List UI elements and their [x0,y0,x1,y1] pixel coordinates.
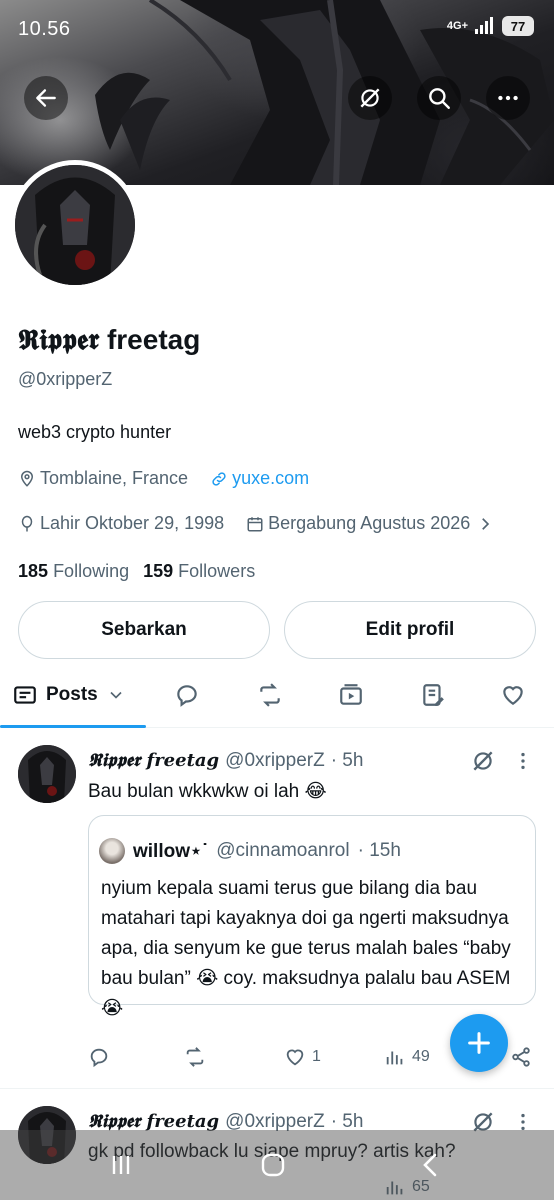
compose-button[interactable] [450,1014,508,1072]
joined-date[interactable]: Bergabung Agustus 2026 [246,513,470,534]
profile-display-name: 𝕽𝖎𝖕𝖕𝖊𝖗 freetag [18,324,201,355]
active-tab-indicator [0,725,146,728]
grok-icon[interactable] [470,748,496,774]
quoted-post-header: willow⋆˙ @cinnamoanrol · 15h [99,838,401,864]
compose-plus-icon [468,1032,490,1054]
home-icon[interactable] [258,1150,288,1180]
recent-apps-icon[interactable] [106,1150,136,1180]
tab-posts[interactable]: Posts [12,678,126,712]
status-indicators: 4G+ 77 [447,16,534,36]
website-link[interactable]: yuxe.com [232,468,309,489]
profile-handle: @0xripperZ [18,369,113,389]
post-time: · 5h [330,750,364,771]
tab-posts-label: Posts [46,684,98,705]
quoted-post-time: · 15h [357,840,401,861]
like-icon [503,686,523,705]
post-author-avatar[interactable] [18,745,76,803]
link-icon [212,471,226,486]
media-icon [340,684,362,705]
profile-meta-row-1: Tomblaine, France yuxe.com [18,468,331,489]
reply-icon [177,685,197,707]
followers-label: Followers [178,561,256,581]
post-header: 𝕽𝖎𝖕𝖕𝖊𝖗 freetag @0xripperZ · 5h [88,750,363,772]
grok-button[interactable] [348,76,392,120]
search-button[interactable] [417,76,461,120]
post-author-handle: @0xripperZ [225,750,325,771]
followers-count: 159 [143,561,174,581]
retweet-icon [260,683,280,707]
back-button[interactable] [24,76,68,120]
profile-avatar[interactable] [10,160,140,290]
like-count: 1 [312,1048,321,1065]
avatar-image [15,165,135,285]
views-icon [386,1051,403,1065]
retweet-icon [186,1047,204,1067]
post-more-icon[interactable] [512,748,534,774]
view-count: 49 [412,1048,430,1065]
article-icon [423,684,444,706]
tab-articles[interactable] [418,678,448,712]
profile-banner[interactable]: 10.56 4G+ 77 [0,0,554,185]
tab-likes[interactable] [498,678,528,712]
chevron-right-icon[interactable] [476,515,494,533]
tab-replies[interactable] [172,678,202,712]
like-button[interactable]: 1 [284,1046,321,1068]
views-button[interactable]: 49 [384,1046,430,1068]
post-text: Bau bulan wkkwkw oi lah 😂 [88,781,327,802]
status-time: 10.56 [18,18,71,40]
website[interactable]: yuxe.com [210,468,309,489]
profile-tabs: Posts [0,664,554,728]
system-navigation-bar [0,1130,554,1200]
quoted-author-avatar [99,838,125,864]
tab-reposts[interactable] [255,678,285,712]
joined-text: Bergabung Agustus 2026 [268,513,471,533]
share-icon [512,1047,530,1067]
like-icon [286,1049,304,1066]
quoted-post-text: nyium kepala suami terus gue bilang dia … [101,878,511,1019]
more-button[interactable] [486,76,530,120]
calendar-icon [247,516,263,531]
quoted-author-handle: @cinnamoanrol [216,840,350,861]
balloon-icon [21,515,33,531]
battery-indicator: 77 [502,16,534,36]
post-author-name[interactable]: 𝕽𝖎𝖕𝖕𝖊𝖗 freetag [88,750,219,772]
reply-icon [90,1048,108,1068]
following-link[interactable]: 185 Following [18,561,129,582]
grok-icon [360,88,380,108]
chevron-down-icon [110,691,122,699]
avatar-image [18,745,76,803]
tab-media[interactable] [336,678,366,712]
back-nav-icon[interactable] [416,1150,446,1180]
network-type: 4G+ [446,20,468,32]
reply-button[interactable] [88,1046,110,1068]
following-count: 185 [18,561,49,581]
status-bar: 10.56 4G+ 77 [0,0,554,60]
post-divider [0,1088,554,1089]
back-arrow-icon [36,89,56,107]
location-text: Tomblaine, France [40,468,189,488]
profile-meta-row-2: Lahir Oktober 29, 1998 Bergabung Agustus… [18,513,498,534]
posts-list-icon [14,686,36,704]
birthday: Lahir Oktober 29, 1998 [18,513,224,534]
search-icon [429,88,450,109]
share-button[interactable]: Sebarkan [18,601,270,659]
follow-stats: 185 Following 159 Followers [18,561,255,582]
more-dots-icon [498,95,518,101]
location: Tomblaine, France [18,468,188,489]
following-label: Following [53,561,130,581]
profile-bio: web3 crypto hunter [18,422,172,442]
edit-profile-button[interactable]: Edit profil [284,601,536,659]
location-pin-icon [20,470,34,487]
quoted-post[interactable]: willow⋆˙ @cinnamoanrol · 15h nyium kepal… [88,815,536,1019]
birthday-text: Lahir Oktober 29, 1998 [40,513,225,533]
share-post-button[interactable] [510,1046,532,1068]
followers-link[interactable]: 159 Followers [143,561,255,582]
signal-icon [475,17,493,34]
quoted-author-name: willow⋆˙ [133,840,209,862]
repost-button[interactable] [184,1046,206,1068]
